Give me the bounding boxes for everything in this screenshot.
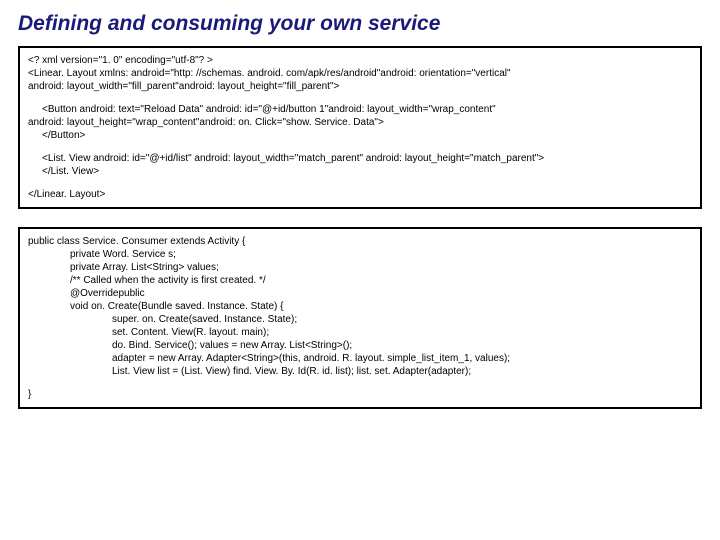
code-line: } [28, 388, 692, 401]
code-line: void on. Create(Bundle saved. Instance. … [28, 300, 692, 313]
code-line: <List. View android: id="@+id/list" andr… [28, 152, 692, 165]
code-line: android: layout_width="fill_parent"andro… [28, 80, 692, 93]
code-line: super. on. Create(saved. Instance. State… [28, 313, 692, 326]
code-line: /** Called when the activity is first cr… [28, 274, 692, 287]
code-line: private Array. List<String> values; [28, 261, 692, 274]
code-line: @Overridepublic [28, 287, 692, 300]
xml-code-block: <? xml version="1. 0" encoding="utf-8"? … [18, 46, 702, 209]
code-line: public class Service. Consumer extends A… [28, 235, 692, 248]
code-line: adapter = new Array. Adapter<String>(thi… [28, 352, 692, 365]
code-line: <Button android: text="Reload Data" andr… [28, 103, 692, 116]
code-line: List. View list = (List. View) find. Vie… [28, 365, 692, 378]
code-line: set. Content. View(R. layout. main); [28, 326, 692, 339]
code-line: <Linear. Layout xmlns: android="http: //… [28, 67, 692, 80]
code-line: </Button> [28, 129, 692, 142]
code-line: </Linear. Layout> [28, 188, 692, 201]
code-line: </List. View> [28, 165, 692, 178]
page-title: Defining and consuming your own service [18, 12, 702, 36]
code-line: private Word. Service s; [28, 248, 692, 261]
code-line: android: layout_height="wrap_content"and… [28, 116, 692, 129]
java-code-block: public class Service. Consumer extends A… [18, 227, 702, 409]
code-line: <? xml version="1. 0" encoding="utf-8"? … [28, 54, 692, 67]
code-line: do. Bind. Service(); values = new Array.… [28, 339, 692, 352]
